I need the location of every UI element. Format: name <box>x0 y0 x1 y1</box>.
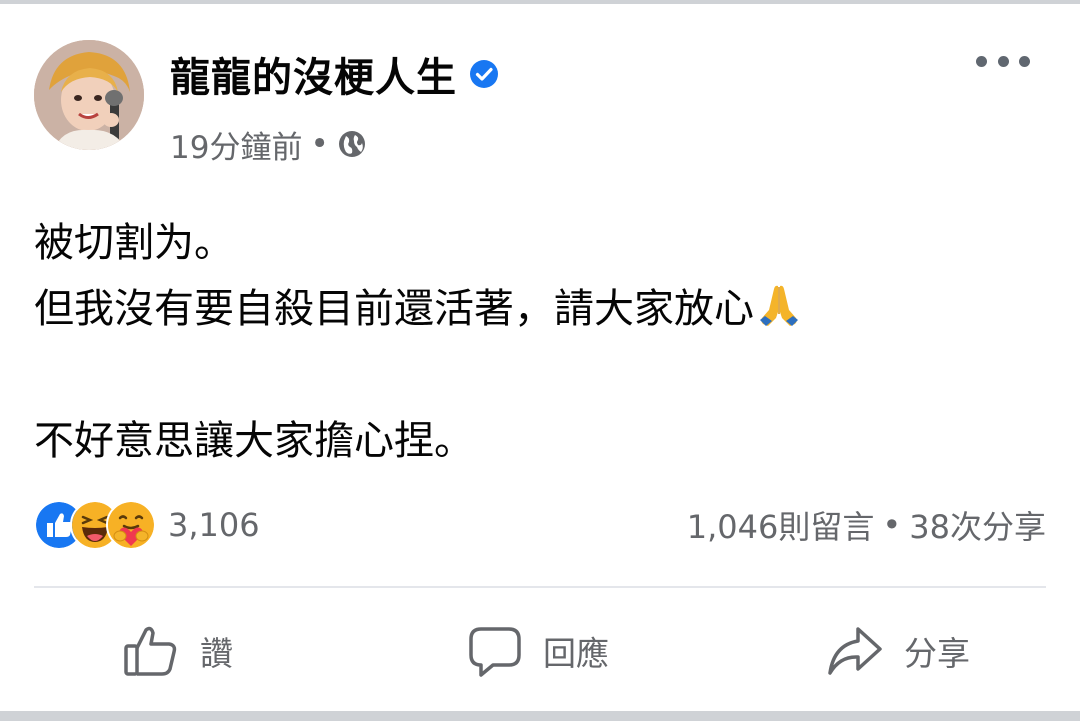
post-line-1: 被切割为。 <box>34 220 234 266</box>
post-timestamp[interactable]: 19分鐘前 <box>170 122 302 167</box>
verified-badge-icon <box>470 60 498 88</box>
post-line-2: 但我沒有要自殺目前還活著，請大家放心 <box>34 276 1044 342</box>
thumbs-up-icon <box>124 626 177 676</box>
more-dot-icon <box>997 55 1009 67</box>
top-edge <box>0 0 1080 4</box>
comment-button[interactable]: 回應 <box>467 620 609 682</box>
post-text: 被切割为。 但我沒有要自殺目前還活著，請大家放心 不好意思讓大家擔心捏。 <box>34 210 1044 474</box>
author-avatar[interactable] <box>34 40 144 150</box>
folded-hands-icon <box>760 285 798 326</box>
share-button[interactable]: 分享 <box>826 620 970 682</box>
reaction-count: 3,106 <box>168 506 260 544</box>
comment-count[interactable]: 1,046則留言 <box>687 502 875 548</box>
divider <box>34 586 1046 588</box>
like-button[interactable]: 讚 <box>122 620 233 682</box>
author-header: 龍龍的沒梗人生 <box>170 46 499 102</box>
engagement-summary: 1,046則留言 • 38次分享 <box>687 500 1046 550</box>
post-line-2-text: 但我沒有要自殺目前還活著，請大家放心 <box>34 286 754 332</box>
reaction-summary[interactable]: 3,106 <box>34 500 260 550</box>
share-label: 分享 <box>904 634 970 673</box>
more-dot-icon <box>976 55 987 67</box>
like-label: 讚 <box>200 634 233 673</box>
comment-label: 回應 <box>543 634 609 673</box>
engagement-separator: • <box>882 506 902 544</box>
more-options-button[interactable] <box>976 48 1030 74</box>
share-arrow-icon <box>828 627 882 675</box>
comment-bubble-icon <box>469 627 521 677</box>
share-count[interactable]: 38次分享 <box>909 502 1046 548</box>
more-dot-icon <box>1019 55 1030 67</box>
globe-icon[interactable] <box>337 129 367 159</box>
post-line-3: 不好意思讓大家擔心捏。 <box>34 418 474 464</box>
bottom-edge <box>0 711 1080 721</box>
meta-separator: • <box>310 126 329 162</box>
care-reaction-icon <box>106 500 156 550</box>
action-bar: 讚 回應 分享 <box>0 606 1080 696</box>
author-name[interactable]: 龍龍的沒梗人生 <box>170 45 457 103</box>
post-meta: 19分鐘前 • <box>170 122 367 167</box>
post-spacer <box>34 342 1044 408</box>
